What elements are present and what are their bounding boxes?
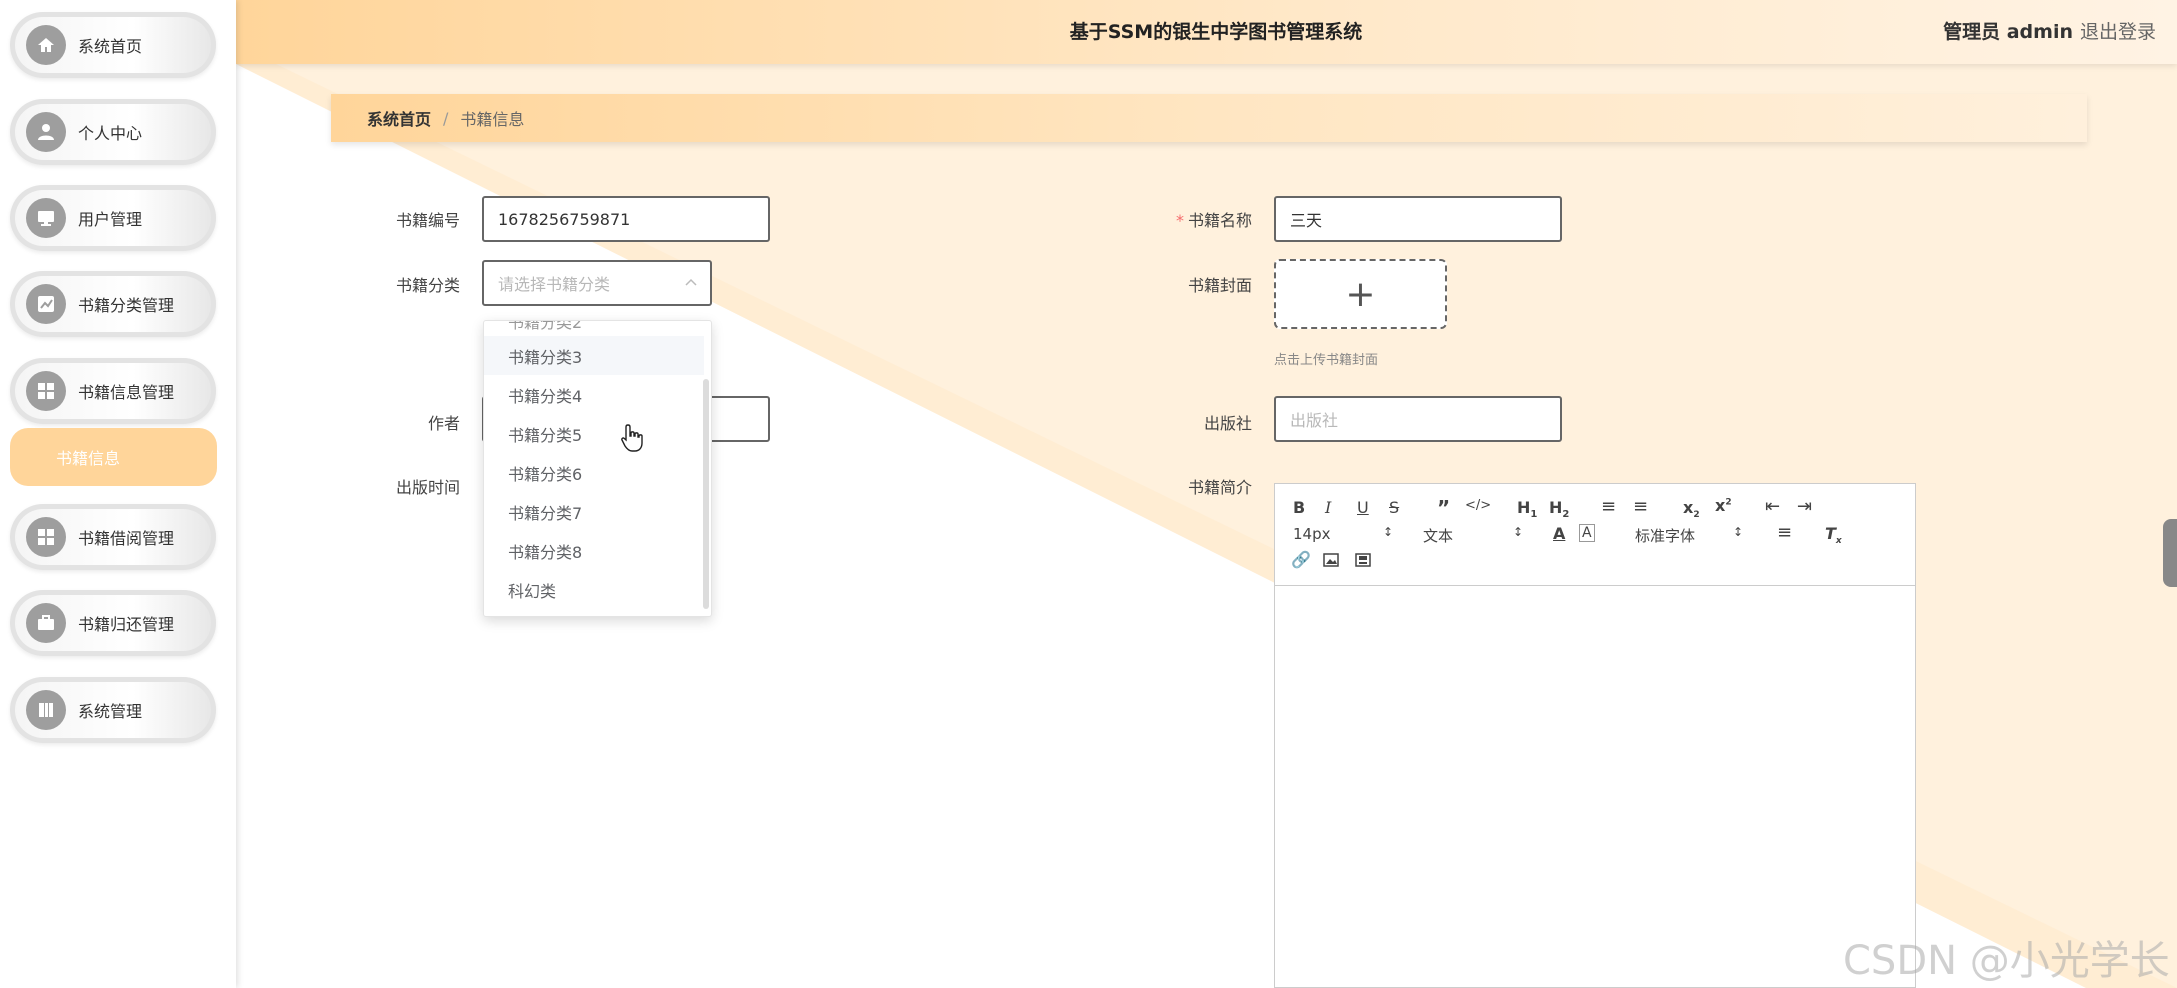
indent-decrease-icon[interactable]: ⇤ xyxy=(1765,496,1780,517)
cover-upload-tip: 点击上传书籍封面 xyxy=(1274,353,1379,368)
cover-upload-button[interactable]: + xyxy=(1274,259,1447,329)
sidebar-item-category-management[interactable]: 书籍分类管理 xyxy=(10,271,216,337)
sidebar-item-label: 书籍分类管理 xyxy=(78,296,175,315)
logout-button[interactable]: 退出登录 xyxy=(2080,17,2156,44)
page-title: 基于SSM的银生中学图书管理系统 xyxy=(1069,21,1363,43)
video-icon[interactable] xyxy=(1355,552,1371,571)
sidebar-item-label: 用户管理 xyxy=(78,210,143,229)
hand-cursor-icon xyxy=(621,424,643,452)
clear-format-icon[interactable]: Tx xyxy=(1825,524,1842,546)
dropdown-option[interactable]: 书籍分类8 xyxy=(484,531,704,570)
sidebar-item-label: 系统首页 xyxy=(78,37,143,56)
breadcrumb-separator: / xyxy=(443,108,449,128)
breadcrumb-home[interactable]: 系统首页 xyxy=(367,106,431,130)
sidebar-item-borrow-management[interactable]: 书籍借阅管理 xyxy=(10,504,216,570)
user-info: 管理员 admin xyxy=(1943,21,2073,43)
sidebar-item-label: 书籍借阅管理 xyxy=(78,529,175,548)
background-color-icon[interactable]: A xyxy=(1579,524,1595,542)
sidebar-item-label: 系统管理 xyxy=(78,702,143,721)
publisher-label: 出版社 xyxy=(1203,414,1252,433)
intro-label: 书籍简介 xyxy=(1187,478,1252,497)
plus-icon: + xyxy=(1345,273,1376,315)
italic-icon[interactable]: I xyxy=(1325,498,1331,517)
page-scroll-handle[interactable] xyxy=(2163,519,2177,587)
align-icon[interactable]: ≡ xyxy=(1777,522,1792,543)
dropdown-scrollbar[interactable] xyxy=(703,379,709,609)
rich-text-editor: B I U S ” </> H1 H2 ≡ ≡ x2 x2 ⇤ ⇥ 14px ↕ … xyxy=(1274,483,1916,988)
indent-increase-icon[interactable]: ⇥ xyxy=(1797,496,1812,517)
heading1-icon[interactable]: H1 xyxy=(1517,498,1537,520)
grid-icon xyxy=(26,371,66,411)
editor-toolbar: B I U S ” </> H1 H2 ≡ ≡ x2 x2 ⇤ ⇥ 14px ↕ … xyxy=(1275,484,1915,586)
watermark: CSDN @小光学长 xyxy=(1843,938,2170,984)
font-family-select[interactable]: 标准字体 ↕ xyxy=(1635,525,1743,546)
top-header: 基于SSM的银生中学图书管理系统 管理员 admin 退出登录 xyxy=(236,0,2177,64)
book-name-label: * 书籍名称 xyxy=(1175,211,1252,230)
publish-time-label: 出版时间 xyxy=(395,478,460,497)
book-no-input[interactable]: 1678256759871 xyxy=(482,196,770,242)
strikethrough-icon[interactable]: S xyxy=(1389,498,1399,517)
sidebar-subitem-book-info[interactable]: 书籍信息 xyxy=(10,428,217,486)
required-mark: * xyxy=(1175,211,1184,230)
superscript-icon[interactable]: x2 xyxy=(1715,496,1732,515)
sidebar-item-label: 个人中心 xyxy=(78,124,143,143)
book-name-input[interactable]: 三天 xyxy=(1274,196,1562,242)
sidebar-item-label: 书籍信息管理 xyxy=(78,383,175,402)
category-placeholder: 请选择书籍分类 xyxy=(498,275,611,294)
book-icon xyxy=(26,690,66,730)
updown-icon: ↕ xyxy=(1512,525,1523,539)
category-label: 书籍分类 xyxy=(395,276,460,295)
underline-icon[interactable]: U xyxy=(1357,498,1369,517)
cover-label: 书籍封面 xyxy=(1187,276,1252,295)
sidebar-item-home[interactable]: 系统首页 xyxy=(10,12,216,78)
category-select[interactable]: 请选择书籍分类 xyxy=(482,260,712,306)
heading2-icon[interactable]: H2 xyxy=(1549,498,1569,520)
updown-icon: ↕ xyxy=(1732,525,1743,539)
briefcase-icon xyxy=(26,603,66,643)
home-icon xyxy=(26,25,66,65)
subscript-icon[interactable]: x2 xyxy=(1683,498,1700,520)
publisher-input[interactable]: 出版社 xyxy=(1274,396,1562,442)
monitor-icon xyxy=(26,198,66,238)
sidebar-item-profile[interactable]: 个人中心 xyxy=(10,99,216,165)
author-label: 作者 xyxy=(427,414,460,433)
font-size-select[interactable]: 14px ↕ xyxy=(1293,525,1393,543)
chart-icon xyxy=(26,284,66,324)
grid-icon xyxy=(26,517,66,557)
sidebar-item-book-info-management[interactable]: 书籍信息管理 xyxy=(10,358,216,424)
chevron-up-icon xyxy=(685,278,697,286)
ordered-list-icon[interactable]: ≡ xyxy=(1601,496,1616,517)
dropdown-option[interactable]: 书籍分类4 xyxy=(484,375,704,414)
sidebar-item-return-management[interactable]: 书籍归还管理 xyxy=(10,590,216,656)
book-no-label: 书籍编号 xyxy=(395,211,460,230)
sidebar-item-system-management[interactable]: 系统管理 xyxy=(10,677,216,743)
sidebar: 系统首页 个人中心 用户管理 书籍分类管理 书籍信息管理 书籍信息 书籍借阅管理… xyxy=(0,0,236,988)
dropdown-option[interactable]: 书籍分类5 xyxy=(484,414,704,453)
bullet-list-icon[interactable]: ≡ xyxy=(1633,496,1648,517)
breadcrumb: 系统首页 / 书籍信息 xyxy=(331,94,2087,142)
paragraph-select[interactable]: 文本 ↕ xyxy=(1423,525,1523,546)
dropdown-option[interactable]: 科幻类 xyxy=(484,570,704,609)
category-dropdown: 书籍分类2 书籍分类3 书籍分类4 书籍分类5 书籍分类6 书籍分类7 书籍分类… xyxy=(483,320,712,617)
sidebar-item-users[interactable]: 用户管理 xyxy=(10,185,216,251)
bold-icon[interactable]: B xyxy=(1293,498,1305,517)
link-icon[interactable]: 🔗 xyxy=(1291,550,1311,569)
image-icon[interactable] xyxy=(1323,552,1339,571)
dropdown-option[interactable]: 书籍分类7 xyxy=(484,492,704,531)
quote-icon[interactable]: ” xyxy=(1437,496,1450,520)
font-color-icon[interactable]: A xyxy=(1553,524,1565,543)
updown-icon: ↕ xyxy=(1382,525,1393,539)
sidebar-item-label: 书籍归还管理 xyxy=(78,615,175,634)
dropdown-option[interactable]: 书籍分类6 xyxy=(484,453,704,492)
user-icon xyxy=(26,112,66,152)
dropdown-option[interactable]: 书籍分类3 xyxy=(484,336,704,375)
code-icon[interactable]: </> xyxy=(1465,498,1491,513)
breadcrumb-current: 书籍信息 xyxy=(460,110,525,129)
